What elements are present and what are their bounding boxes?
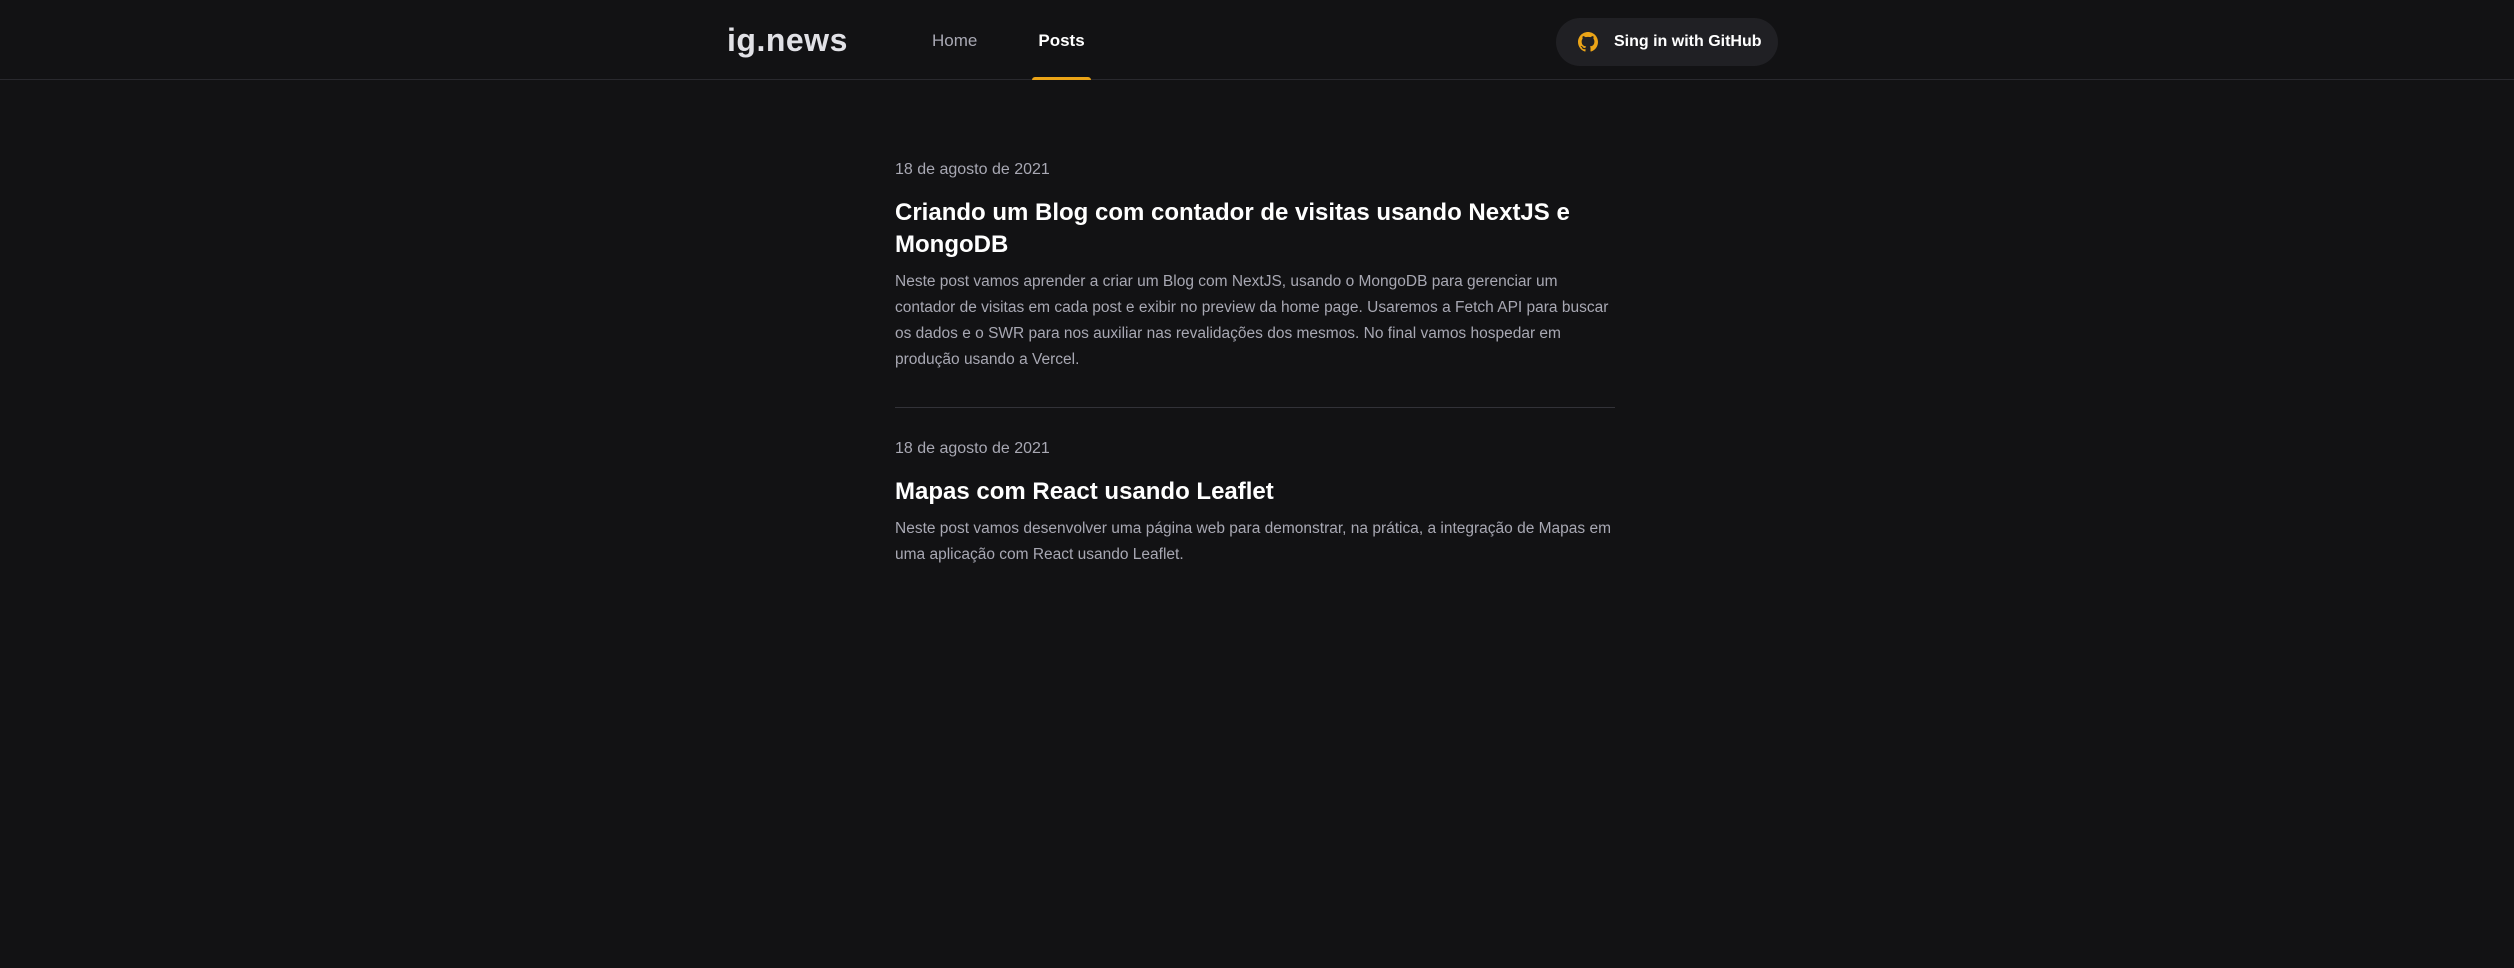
nav-home[interactable]: Home: [926, 0, 983, 80]
github-icon: [1578, 32, 1598, 52]
nav-posts[interactable]: Posts: [1032, 0, 1091, 80]
post-title[interactable]: Mapas com React usando Leaflet: [895, 476, 1615, 508]
post-title[interactable]: Criando um Blog com contador de visitas …: [895, 197, 1615, 261]
signin-label: Sing in with GitHub: [1614, 33, 1762, 50]
top-header: ig.news Home Posts Sing in with GitHub: [0, 0, 2514, 80]
post-excerpt: Neste post vamos desenvolver uma página …: [895, 520, 1611, 563]
post-item[interactable]: 18 de agosto de 2021 Mapas com React usa…: [895, 438, 1615, 568]
post-date: 18 de agosto de 2021: [895, 440, 1050, 457]
logo[interactable]: ig.news: [727, 20, 848, 60]
main-nav: Home Posts: [926, 0, 1140, 80]
post-item[interactable]: 18 de agosto de 2021 Criando um Blog com…: [895, 159, 1615, 408]
header-container: ig.news Home Posts Sing in with GitHub: [727, 0, 1783, 80]
post-excerpt: Neste post vamos aprender a criar um Blo…: [895, 273, 1609, 368]
signin-github-button[interactable]: Sing in with GitHub: [1556, 18, 1778, 66]
post-date: 18 de agosto de 2021: [895, 161, 1050, 178]
posts-list: 18 de agosto de 2021 Criando um Blog com…: [895, 81, 1615, 568]
